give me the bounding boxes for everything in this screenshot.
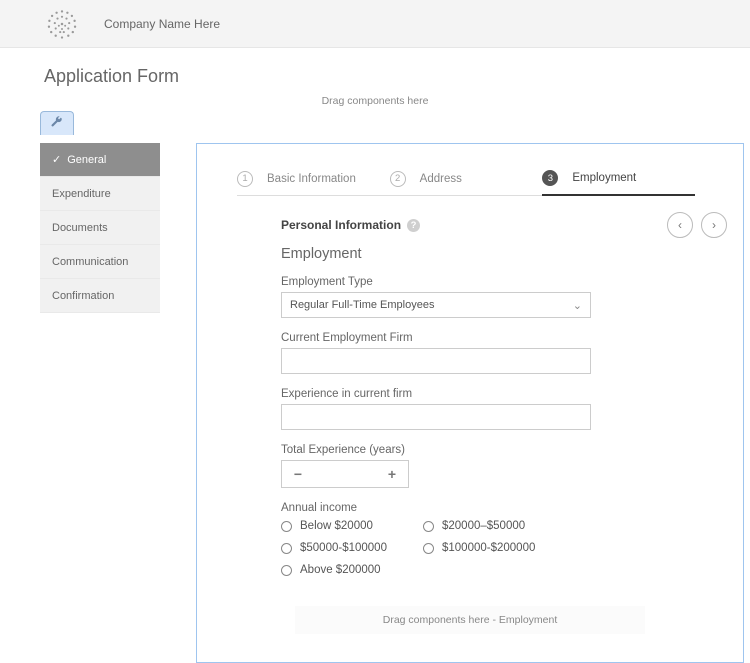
radio-below-20000[interactable]: Below $20000 [281,520,401,532]
page-title: Application Form [0,48,750,97]
sub-heading-employment: Employment [281,246,591,262]
section-heading: Personal Information ? [281,218,420,232]
app-header: Company Name Here [0,0,750,48]
radio-label: Below $20000 [300,520,373,532]
step-number: 3 [542,170,558,186]
total-experience-stepper[interactable]: − + [281,460,409,488]
step-basic-information[interactable]: 1 Basic Information [237,164,390,196]
radio-100000-200000[interactable]: $100000-$200000 [423,542,543,554]
annual-income-radio-group: Below $20000 $20000–$50000 $50000-$10000… [281,520,591,576]
radio-icon [281,565,292,576]
sidebar-item-label: Documents [52,222,108,234]
company-logo [44,6,80,42]
sidebar: ✓ General Expenditure Documents Communic… [40,143,160,313]
check-icon: ✓ [52,153,61,166]
chevron-down-icon: ⌄ [573,299,582,312]
current-firm-input[interactable] [281,348,591,374]
sidebar-item-general[interactable]: ✓ General [40,143,160,177]
radio-above-200000[interactable]: Above $200000 [281,564,401,576]
radio-icon [423,543,434,554]
drop-slot-employment[interactable]: Drag components here - Employment [295,606,645,634]
current-firm-label: Current Employment Firm [281,332,591,344]
radio-label: $20000–$50000 [442,520,525,532]
sidebar-item-label: Expenditure [52,188,111,200]
radio-label: $50000-$100000 [300,542,387,554]
design-tool-tab[interactable] [40,111,74,135]
wizard-stepper: 1 Basic Information 2 Address 3 Employme… [245,164,695,196]
step-number: 2 [390,171,406,187]
sidebar-item-documents[interactable]: Documents [40,211,160,245]
employment-type-select[interactable]: Regular Full-Time Employees ⌄ [281,292,591,318]
experience-current-input[interactable] [281,404,591,430]
annual-income-label: Annual income [281,502,591,514]
sidebar-item-expenditure[interactable]: Expenditure [40,177,160,211]
radio-label: $100000-$200000 [442,542,535,554]
sidebar-item-communication[interactable]: Communication [40,245,160,279]
radio-20000-50000[interactable]: $20000–$50000 [423,520,543,532]
sidebar-item-confirmation[interactable]: Confirmation [40,279,160,313]
sidebar-item-label: Confirmation [52,290,114,302]
chevron-right-icon: › [712,218,716,232]
step-employment[interactable]: 3 Employment [542,164,695,196]
radio-label: Above $200000 [300,564,381,576]
sidebar-item-label: General [67,154,106,166]
stepper-decrement[interactable]: − [290,466,306,482]
step-label: Basic Information [267,173,356,185]
step-number: 1 [237,171,253,187]
wrench-icon [50,115,64,132]
form-panel: 1 Basic Information 2 Address 3 Employme… [196,143,744,663]
experience-current-label: Experience in current firm [281,388,591,400]
chevron-left-icon: ‹ [678,218,682,232]
company-name: Company Name Here [104,17,220,31]
step-label: Employment [572,172,636,184]
prev-step-button[interactable]: ‹ [667,212,693,238]
radio-50000-100000[interactable]: $50000-$100000 [281,542,401,554]
employment-type-label: Employment Type [281,276,591,288]
total-experience-label: Total Experience (years) [281,444,591,456]
stepper-increment[interactable]: + [384,466,400,482]
step-label: Address [420,173,462,185]
drag-hint-top: Drag components here [0,95,750,107]
help-icon[interactable]: ? [407,219,420,232]
radio-icon [281,521,292,532]
select-value: Regular Full-Time Employees [290,299,434,311]
step-address[interactable]: 2 Address [390,164,543,196]
sidebar-item-label: Communication [52,256,128,268]
radio-icon [423,521,434,532]
radio-icon [281,543,292,554]
next-step-button[interactable]: › [701,212,727,238]
